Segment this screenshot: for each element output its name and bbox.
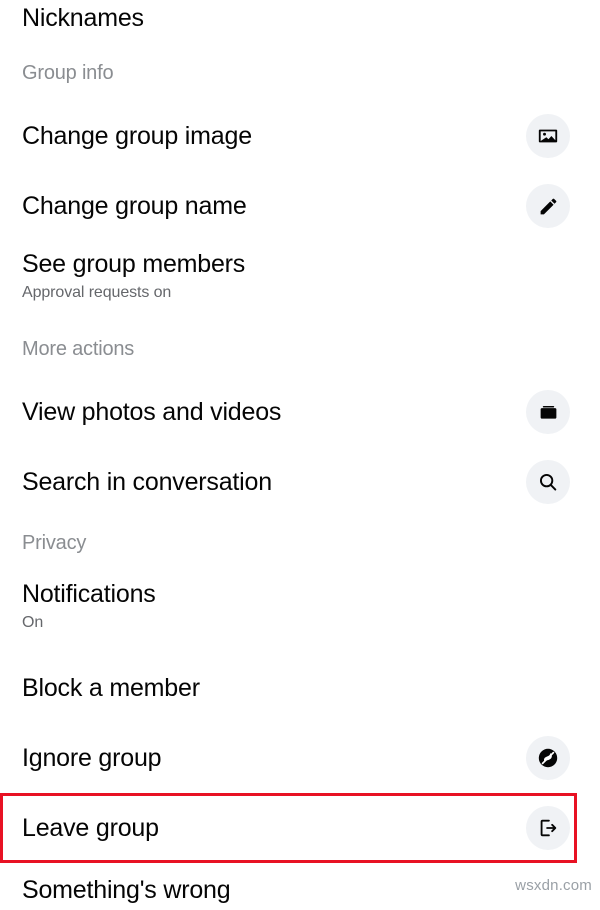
- menu-item-label: Something's wrong: [22, 876, 231, 904]
- menu-item-text: View photos and videos: [22, 397, 281, 427]
- menu-item-text: Nicknames: [22, 3, 144, 33]
- section-header-group-info: Group info: [0, 58, 600, 88]
- menu-item-text: Leave group: [22, 813, 159, 843]
- menu-item-text: Change group image: [22, 121, 252, 151]
- menu-item-text: Ignore group: [22, 743, 162, 773]
- media-icon[interactable]: [526, 390, 570, 434]
- menu-item-label: Block a member: [22, 674, 200, 702]
- menu-item-somethings-wrong[interactable]: Something's wrong: [0, 870, 600, 910]
- menu-item-change-group-name[interactable]: Change group name: [0, 178, 600, 234]
- menu-item-block-a-member[interactable]: Block a member: [0, 660, 600, 716]
- section-header-label: More actions: [22, 338, 135, 360]
- watermark: wsxdn.com: [515, 877, 592, 894]
- menu-item-label: Change group image: [22, 122, 252, 150]
- menu-item-see-group-members[interactable]: See group members Approval requests on: [0, 240, 600, 312]
- group-details-screen: Nicknames Group info Change group image …: [0, 0, 600, 904]
- menu-item-label: Search in conversation: [22, 468, 272, 496]
- menu-item-text: Something's wrong: [22, 875, 231, 905]
- menu-item-text: Search in conversation: [22, 467, 272, 497]
- menu-item-view-photos-and-videos[interactable]: View photos and videos: [0, 384, 600, 440]
- menu-item-label: Ignore group: [22, 744, 162, 772]
- menu-item-label: Notifications: [22, 580, 156, 608]
- ignore-icon[interactable]: [526, 736, 570, 780]
- menu-item-text: Block a member: [22, 673, 200, 703]
- menu-item-text: Notifications On: [22, 579, 156, 633]
- section-header-label: Privacy: [22, 532, 87, 554]
- pencil-icon[interactable]: [526, 184, 570, 228]
- menu-item-nicknames[interactable]: Nicknames: [0, 0, 600, 42]
- section-header-more-actions: More actions: [0, 334, 600, 364]
- menu-item-label: See group members: [22, 250, 246, 278]
- menu-item-label: View photos and videos: [22, 398, 282, 426]
- leave-icon[interactable]: [526, 806, 570, 850]
- section-header-label: Group info: [22, 62, 114, 84]
- menu-item-label: Nicknames: [22, 4, 144, 32]
- menu-item-ignore-group[interactable]: Ignore group: [0, 730, 600, 786]
- menu-item-text: Change group name: [22, 191, 247, 221]
- menu-item-subtitle: Approval requests on: [22, 284, 172, 301]
- menu-item-label: Leave group: [22, 814, 159, 842]
- menu-item-text: See group members Approval requests on: [22, 249, 245, 303]
- photo-icon[interactable]: [526, 114, 570, 158]
- search-icon[interactable]: [526, 460, 570, 504]
- menu-item-notifications[interactable]: Notifications On: [0, 570, 600, 642]
- menu-item-search-in-conversation[interactable]: Search in conversation: [0, 454, 600, 510]
- menu-item-change-group-image[interactable]: Change group image: [0, 108, 600, 164]
- section-header-privacy: Privacy: [0, 528, 600, 558]
- menu-item-label: Change group name: [22, 192, 247, 220]
- menu-item-subtitle: On: [22, 614, 44, 631]
- menu-item-leave-group[interactable]: Leave group: [0, 800, 600, 856]
